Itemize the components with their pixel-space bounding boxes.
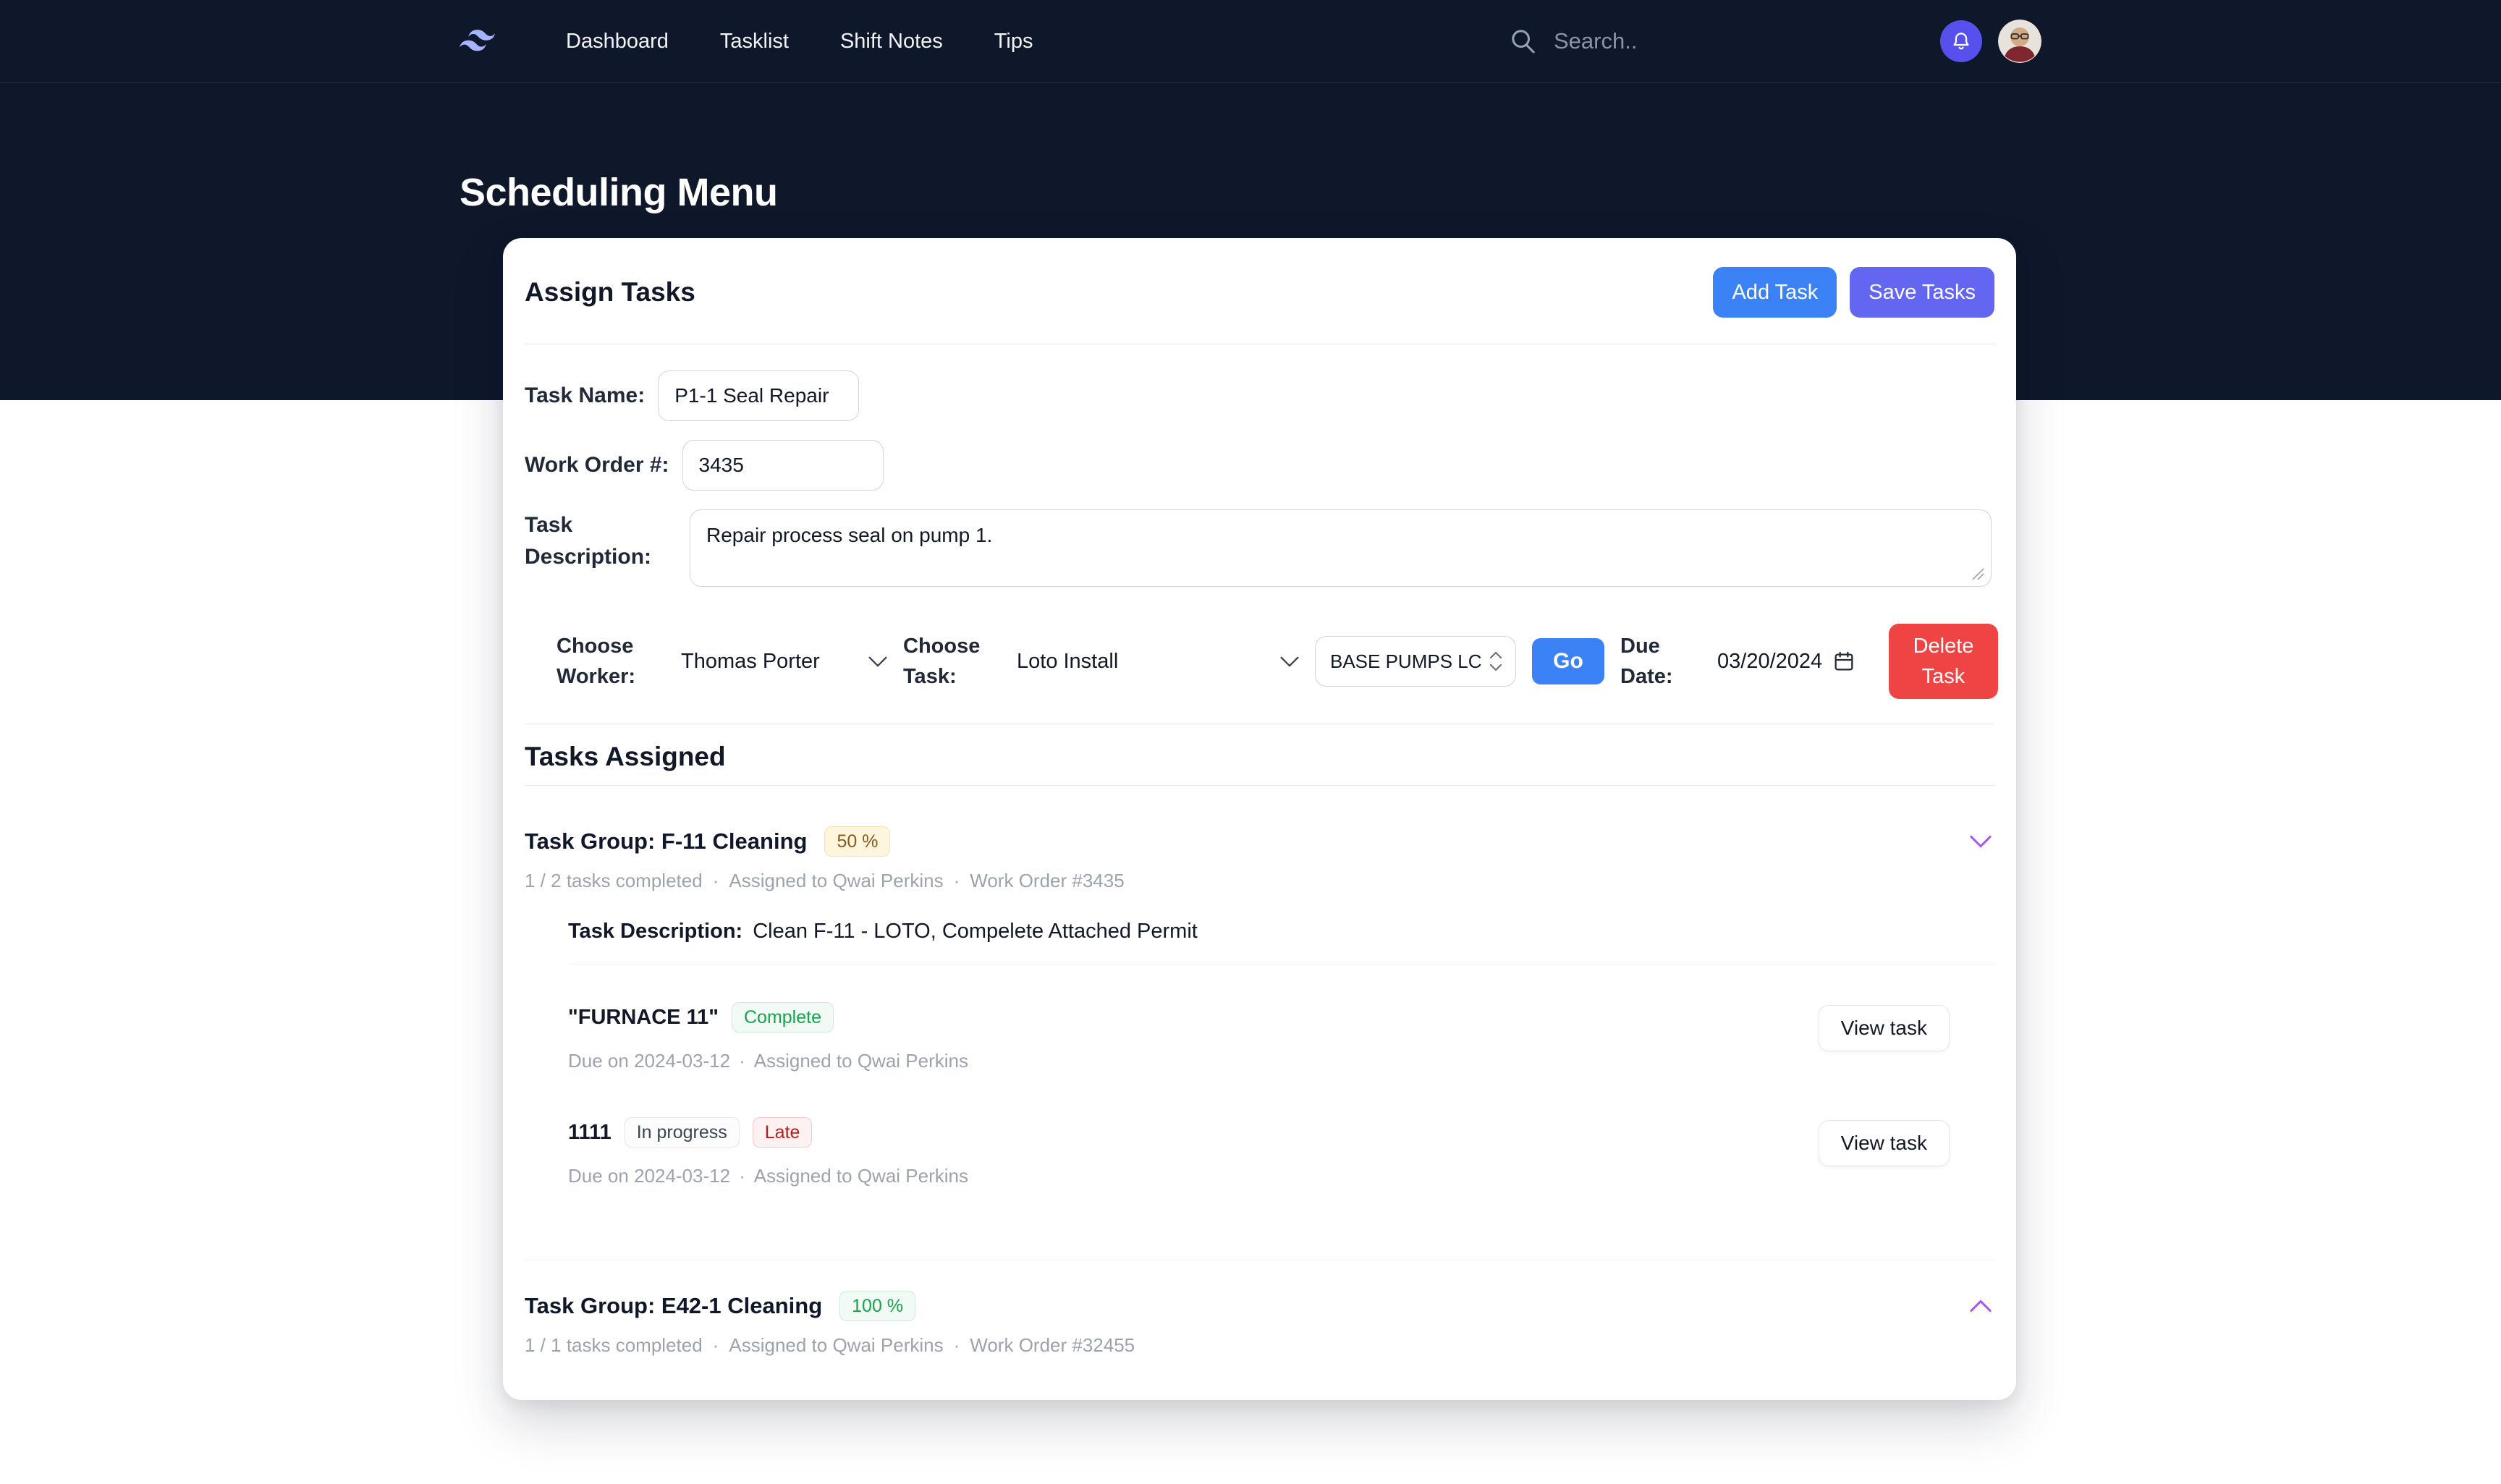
resize-grip-icon[interactable] bbox=[1970, 566, 1984, 580]
tailwind-logo-icon[interactable] bbox=[460, 30, 497, 53]
separator-dot: · bbox=[954, 1334, 960, 1357]
task-assigned: Assigned to Qwai Perkins bbox=[754, 1050, 968, 1072]
chevron-up-icon bbox=[1970, 1299, 1992, 1313]
work-order-input[interactable] bbox=[682, 440, 884, 491]
group-assigned: Assigned to Qwai Perkins bbox=[729, 1334, 943, 1357]
group-assigned: Assigned to Qwai Perkins bbox=[729, 870, 943, 892]
view-task-button[interactable]: View task bbox=[1819, 1120, 1950, 1166]
task-group-body: Task Description: Clean F-11 - LOTO, Comp… bbox=[568, 920, 1994, 1187]
save-tasks-button[interactable]: Save Tasks bbox=[1850, 267, 1994, 318]
task-row: 1111 In progress Late Due on 2024-03-12 … bbox=[568, 1072, 1994, 1187]
group-work-order: Work Order #3435 bbox=[970, 870, 1124, 892]
status-badge-late: Late bbox=[753, 1117, 813, 1148]
separator-dot: · bbox=[954, 870, 960, 892]
task-group-header: Task Group: E42-1 Cleaning 100 % bbox=[525, 1291, 1994, 1321]
chevron-down-icon bbox=[1280, 656, 1299, 667]
task-due-date: Due on 2024-03-12 bbox=[568, 1050, 730, 1072]
separator-dot: · bbox=[713, 1334, 719, 1357]
task-description-textarea[interactable]: Repair process seal on pump 1. bbox=[690, 509, 1992, 587]
group-work-order: Work Order #32455 bbox=[970, 1334, 1135, 1357]
task-due-line: Due on 2024-03-12 · Assigned to Qwai Per… bbox=[568, 1165, 968, 1187]
percent-badge: 100 % bbox=[839, 1291, 915, 1321]
delete-task-button[interactable]: Delete Task bbox=[1889, 624, 1998, 699]
permit-select-value: BASE PUMPS LC bbox=[1330, 650, 1482, 673]
work-order-label: Work Order #: bbox=[525, 449, 669, 481]
worker-select-value: Thomas Porter bbox=[681, 650, 820, 674]
select-stepper-icon bbox=[1488, 649, 1504, 674]
chevron-down-icon bbox=[1970, 835, 1992, 848]
permit-select[interactable]: BASE PUMPS LC bbox=[1315, 636, 1516, 687]
assign-tasks-card: Assign Tasks Add Task Save Tasks Task Na… bbox=[503, 238, 2016, 1400]
go-button[interactable]: Go bbox=[1532, 638, 1604, 684]
task-due-date: Due on 2024-03-12 bbox=[568, 1165, 730, 1187]
task-select-value: Loto Install bbox=[1017, 650, 1118, 674]
choose-worker-label: Choose Worker: bbox=[557, 631, 665, 692]
task-name: "FURNACE 11" bbox=[568, 1006, 719, 1030]
task-assigned: Assigned to Qwai Perkins bbox=[754, 1165, 968, 1187]
task-group-subtitle: 1 / 2 tasks completed · Assigned to Qwai… bbox=[525, 870, 1994, 892]
search-input[interactable] bbox=[1554, 28, 1914, 54]
worker-assignment-row: Choose Worker: Thomas Porter Choose Task… bbox=[525, 624, 1994, 709]
page-title: Scheduling Menu bbox=[460, 170, 2041, 215]
group-completed: 1 / 2 tasks completed bbox=[525, 870, 703, 892]
separator-dot: · bbox=[713, 870, 719, 892]
percent-badge: 50 % bbox=[824, 826, 890, 857]
task-name: 1111 bbox=[568, 1121, 612, 1145]
task-select[interactable]: Loto Install bbox=[1017, 650, 1299, 674]
due-date-label: Due Date: bbox=[1620, 631, 1701, 692]
task-group-title: Task Group: F-11 Cleaning bbox=[525, 828, 807, 855]
view-task-button[interactable]: View task bbox=[1819, 1005, 1950, 1051]
task-group-subtitle: 1 / 1 tasks completed · Assigned to Qwai… bbox=[525, 1334, 1994, 1357]
assign-task-form: Task Name: Work Order #: Task Descriptio… bbox=[525, 370, 1994, 724]
notifications-button[interactable] bbox=[1940, 20, 1982, 62]
group-description-value: Clean F-11 - LOTO, Compelete Attached Pe… bbox=[753, 920, 1198, 943]
separator-dot: · bbox=[739, 1165, 745, 1187]
task-group: Task Group: E42-1 Cleaning 100 % 1 / 1 t… bbox=[525, 1260, 1994, 1357]
due-date-value: 03/20/2024 bbox=[1717, 650, 1822, 674]
nav-links: Dashboard Tasklist Shift Notes Tips bbox=[566, 30, 1033, 54]
nav-link-dashboard[interactable]: Dashboard bbox=[566, 30, 669, 54]
collapse-group-button[interactable] bbox=[1967, 832, 1994, 851]
task-name-input[interactable] bbox=[658, 370, 859, 421]
task-group: Task Group: F-11 Cleaning 50 % 1 / 2 tas… bbox=[525, 826, 1994, 1187]
add-task-button[interactable]: Add Task bbox=[1713, 267, 1837, 318]
expand-group-button[interactable] bbox=[1967, 1297, 1994, 1315]
chevron-down-icon bbox=[868, 656, 887, 667]
tasks-assigned-heading: Tasks Assigned bbox=[525, 724, 1994, 786]
main-content: Assign Tasks Add Task Save Tasks Task Na… bbox=[0, 238, 2501, 1400]
group-completed: 1 / 1 tasks completed bbox=[525, 1334, 703, 1357]
status-badge-in-progress: In progress bbox=[625, 1117, 740, 1148]
calendar-icon[interactable] bbox=[1832, 650, 1855, 673]
avatar[interactable] bbox=[1998, 20, 2041, 63]
top-nav: Dashboard Tasklist Shift Notes Tips bbox=[0, 0, 2501, 83]
nav-link-shift-notes[interactable]: Shift Notes bbox=[840, 30, 943, 54]
separator-dot: · bbox=[739, 1050, 745, 1072]
assign-tasks-heading: Assign Tasks bbox=[525, 277, 695, 308]
task-group-header: Task Group: F-11 Cleaning 50 % bbox=[525, 826, 1994, 857]
due-date-input[interactable]: 03/20/2024 bbox=[1717, 650, 1873, 674]
search-box[interactable] bbox=[1509, 27, 1914, 56]
status-badge-complete: Complete bbox=[732, 1002, 834, 1033]
worker-select[interactable]: Thomas Porter bbox=[681, 650, 887, 674]
group-description-row: Task Description: Clean F-11 - LOTO, Comp… bbox=[568, 920, 1994, 964]
nav-link-tips[interactable]: Tips bbox=[994, 30, 1033, 54]
card-header: Assign Tasks Add Task Save Tasks bbox=[525, 260, 1994, 344]
bell-icon bbox=[1949, 29, 1973, 54]
nav-link-tasklist[interactable]: Tasklist bbox=[720, 30, 789, 54]
task-due-line: Due on 2024-03-12 · Assigned to Qwai Per… bbox=[568, 1050, 968, 1072]
search-icon bbox=[1509, 27, 1538, 56]
task-description-label: Task Description: bbox=[525, 509, 677, 572]
task-name-label: Task Name: bbox=[525, 380, 645, 412]
choose-task-label: Choose Task: bbox=[903, 631, 1001, 692]
task-row: "FURNACE 11" Complete Due on 2024-03-12 … bbox=[568, 964, 1994, 1072]
group-description-label: Task Description: bbox=[568, 920, 742, 943]
task-group-title: Task Group: E42-1 Cleaning bbox=[525, 1293, 822, 1319]
